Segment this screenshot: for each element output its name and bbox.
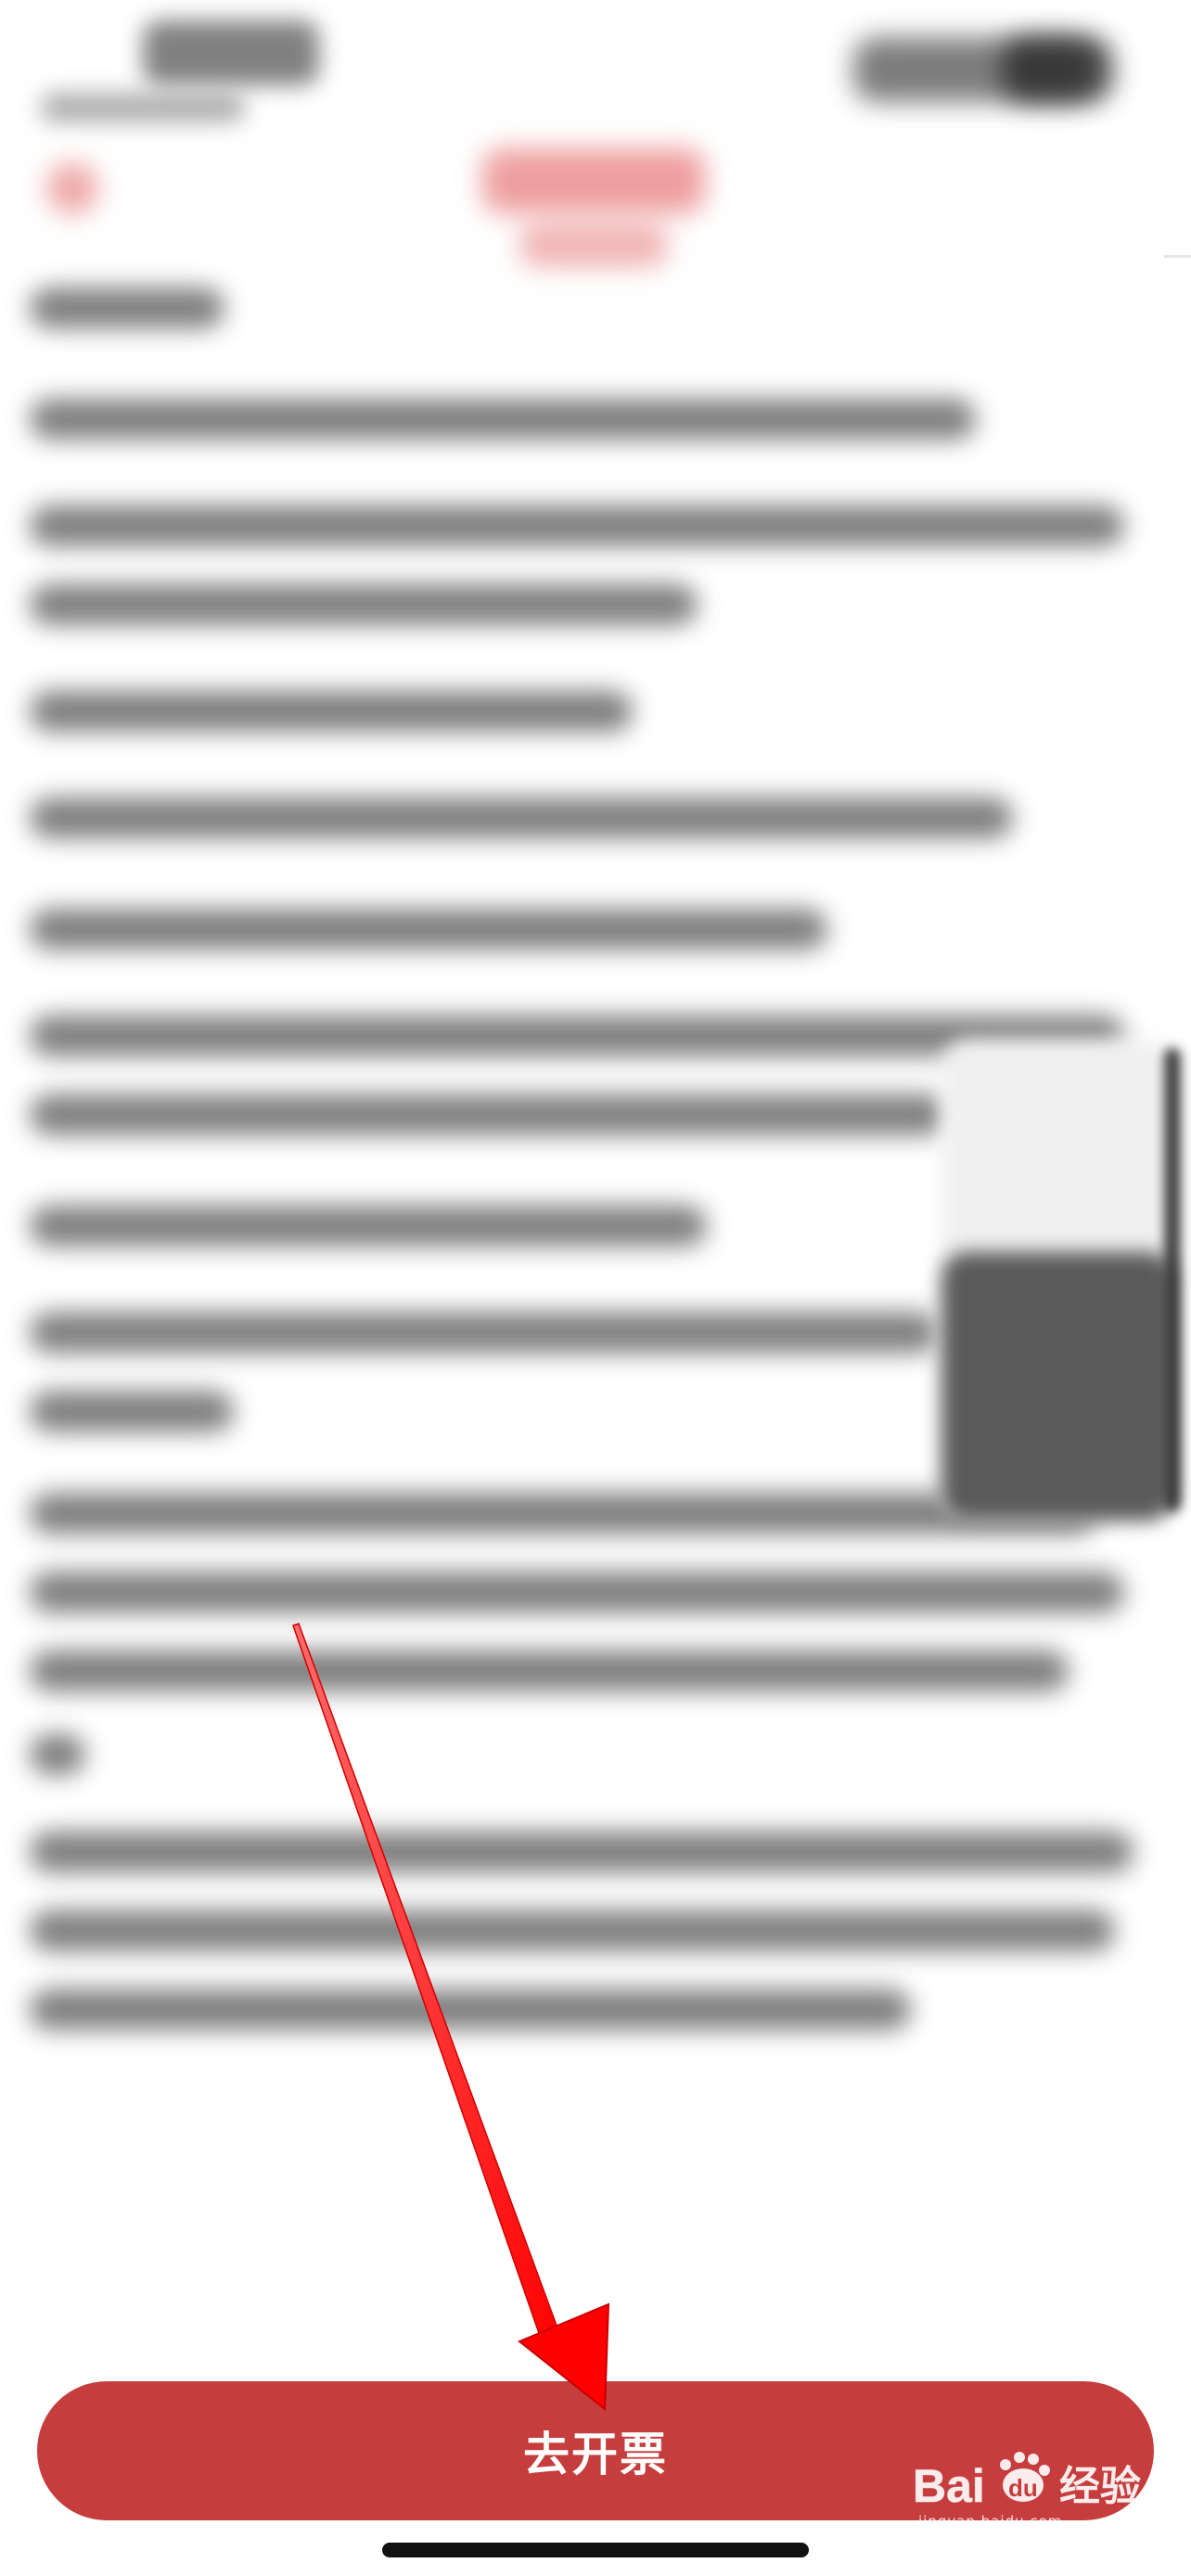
back-chevron-icon[interactable] — [46, 162, 98, 214]
blurred-text-line — [30, 399, 976, 440]
status-carrier-blurred — [41, 93, 245, 122]
blurred-text-line — [30, 797, 1013, 838]
blurred-text-line — [30, 1572, 1124, 1613]
side-overlay-dark-section — [941, 1252, 1173, 1521]
nav-subtitle-blurred — [519, 223, 668, 267]
nav-divider — [1164, 255, 1191, 258]
blurred-text-line — [30, 1910, 1115, 1951]
blurred-text-line — [30, 1094, 948, 1135]
side-overlay-edge — [1164, 1048, 1181, 1511]
blurred-text-line — [30, 909, 827, 950]
blurred-text-line — [30, 1205, 707, 1246]
status-bar-left — [32, 20, 319, 132]
home-indicator[interactable] — [382, 2543, 809, 2557]
issue-invoice-button[interactable]: 去开票 — [37, 2381, 1154, 2520]
blurred-text-line — [30, 1989, 911, 2030]
blurred-text-line — [30, 1734, 85, 1775]
blurred-text-line — [30, 1651, 1069, 1691]
blurred-text-line — [30, 1493, 1096, 1534]
nav-title-blurred — [482, 148, 705, 213]
battery-icon — [1002, 37, 1113, 102]
status-time-blurred — [143, 20, 319, 85]
blurred-text-line — [30, 1312, 939, 1353]
blurred-text-line — [30, 287, 224, 328]
blurred-text-line — [30, 505, 1124, 546]
blurred-text-line — [30, 1831, 1133, 1872]
blurred-text-line — [30, 1391, 234, 1432]
blurred-text-line — [30, 691, 633, 732]
blurred-text-line — [30, 584, 698, 625]
